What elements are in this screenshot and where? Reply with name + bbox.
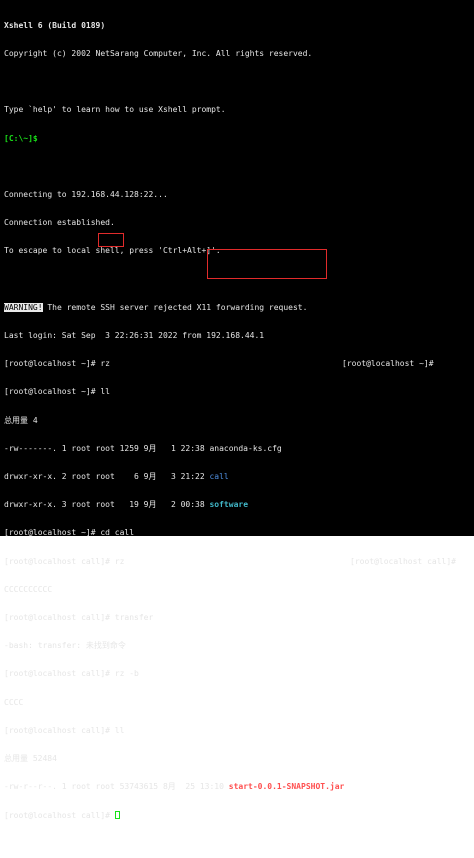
annotation-box-jar-file [207, 249, 327, 279]
listing-meta: drwxr-xr-x. 3 root root 19 9月 2 00:38 [4, 500, 210, 510]
command-ll-line: [root@localhost ~]# ll [4, 387, 110, 397]
command-transfer-line: [root@localhost call]# transfer [4, 613, 154, 623]
command-rz-text: [root@localhost call]# rz [4, 556, 125, 566]
warning-text: The remote SSH server rejected X11 forwa… [42, 302, 308, 312]
directory-name-software: software [209, 500, 249, 510]
rz-output-line: CCCCCCCCCC [4, 584, 53, 594]
warning-line: WARNING! The remote SSH server rejected … [4, 302, 474, 312]
jar-file-name: start-0.0.1-SNAPSHOT.jar [228, 782, 345, 792]
annotation-box-ll-command [98, 233, 124, 247]
command-rz-line: [root@localhost ~]# rz [root@localhost ~]… [4, 359, 474, 368]
total-line: 总用量 4 [4, 415, 38, 425]
command-ll-line: [root@localhost call]# ll [4, 726, 474, 735]
warning-badge: WARNING! [4, 302, 43, 312]
local-shell-prompt: [C:\~]$ [4, 133, 38, 143]
final-prompt: [root@localhost call]# [4, 810, 115, 820]
right-prompt: [root@localhost ~]# [342, 359, 434, 369]
command-cd-line: [root@localhost ~]# cd call [4, 528, 135, 538]
rz-b-output-line: CCCC [4, 697, 24, 707]
connecting-line: Connecting to 192.168.44.128:22... [4, 190, 168, 200]
listing-row: -rw-------. 1 root root 1259 9月 1 22:38 … [4, 443, 282, 453]
command-rz-text: [root@localhost ~]# rz [4, 359, 110, 369]
terminal-header-title: Xshell 6 (Build 0189) [4, 20, 106, 30]
listing-meta: drwxr-xr-x. 2 root root 6 9月 3 21:22 [4, 472, 210, 482]
final-prompt-line[interactable]: [root@localhost call]# [4, 810, 474, 820]
terminal-window[interactable]: Xshell 6 (Build 0189) Copyright (c) 2002… [0, 0, 474, 820]
command-rz-b-line: [root@localhost call]# rz -b [4, 669, 139, 679]
error-line: -bash: transfer: 未找到命令 [4, 641, 126, 651]
help-hint-line: Type `help' to learn how to use Xshell p… [4, 105, 226, 115]
text-cursor [114, 810, 120, 819]
last-login-line: Last login: Sat Sep 3 22:26:31 2022 from… [4, 331, 265, 341]
listing-row: drwxr-xr-x. 3 root root 19 9月 2 00:38 so… [4, 500, 474, 509]
total-line: 总用量 52484 [4, 754, 57, 764]
copyright-line: Copyright (c) 2002 NetSarang Computer, I… [4, 49, 313, 59]
prompt-text: [root@localhost call]# [4, 725, 110, 735]
listing-meta: -rw-r--r--. 1 root root 53743615 8月 25 1… [4, 782, 229, 792]
right-prompt: [root@localhost call]# [350, 556, 456, 566]
listing-row: -rw-r--r--. 1 root root 53743615 8月 25 1… [4, 782, 474, 791]
command-ll-text: ll [109, 725, 125, 735]
connection-established-line: Connection established. [4, 218, 115, 228]
command-rz-line: [root@localhost call]# rz [root@localhost… [4, 557, 474, 566]
directory-name-call: call [209, 472, 229, 482]
listing-row: drwxr-xr-x. 2 root root 6 9月 3 21:22 cal… [4, 472, 474, 481]
